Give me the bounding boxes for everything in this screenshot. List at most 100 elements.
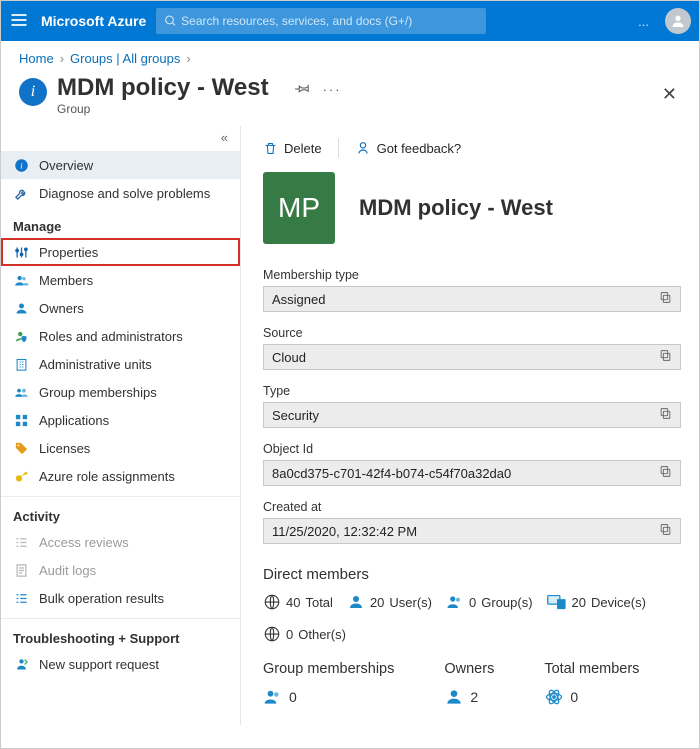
people-icon (446, 593, 464, 611)
wrench-icon (13, 185, 29, 201)
delete-button[interactable]: Delete (263, 141, 322, 156)
people-icon (263, 687, 283, 707)
field-label-type: Type (263, 384, 681, 398)
sidebar-item-label: Azure role assignments (39, 469, 175, 484)
field-label-membership-type: Membership type (263, 268, 681, 282)
field-value: Assigned (272, 292, 325, 307)
sidebar-item-label: Properties (39, 245, 98, 260)
sidebar-item-members[interactable]: Members (1, 266, 240, 294)
sidebar-section-support: Troubleshooting + Support (1, 618, 240, 650)
stat-label: Other(s) (298, 627, 346, 642)
sidebar-item-access-reviews[interactable]: Access reviews (1, 528, 240, 556)
sidebar-item-label: Audit logs (39, 563, 96, 578)
page-subtitle: Group (57, 102, 269, 116)
copy-icon[interactable] (659, 465, 672, 481)
sidebar-item-owners[interactable]: Owners (1, 294, 240, 322)
sidebar: « i Overview Diagnose and solve problems… (1, 126, 241, 725)
global-search[interactable] (156, 8, 486, 34)
checklist-icon (13, 534, 29, 550)
breadcrumb-home[interactable]: Home (19, 51, 54, 66)
feedback-button[interactable]: Got feedback? (355, 140, 462, 156)
search-input[interactable] (181, 14, 478, 28)
devices-icon (547, 593, 567, 611)
sidebar-item-label: Diagnose and solve problems (39, 186, 210, 201)
sidebar-collapse-icon[interactable]: « (1, 126, 240, 151)
summary-value: 2 (470, 689, 478, 705)
sidebar-section-manage: Manage (1, 207, 240, 238)
stat-label: User(s) (389, 595, 432, 610)
field-object-id: 8a0cd375-c701-42f4-b074-c54f70a32da0 (263, 460, 681, 486)
list-icon (13, 590, 29, 606)
summary-owners[interactable]: Owners 2 (444, 661, 494, 707)
info-icon: i (19, 78, 47, 106)
summary-label: Total members (544, 661, 639, 677)
sidebar-item-label: Access reviews (39, 535, 129, 550)
person-icon (444, 687, 464, 707)
sidebar-item-admin-units[interactable]: Administrative units (1, 350, 240, 378)
stat-groups[interactable]: 0 Group(s) (446, 593, 533, 611)
sidebar-item-label: Roles and administrators (39, 329, 183, 344)
info-icon: i (13, 157, 29, 173)
summary-value: 0 (570, 689, 578, 705)
sidebar-item-licenses[interactable]: Licenses (1, 434, 240, 462)
sidebar-item-role-assignments[interactable]: Azure role assignments (1, 462, 240, 490)
sidebar-item-diagnose[interactable]: Diagnose and solve problems (1, 179, 240, 207)
chevron-right-icon: › (186, 51, 190, 66)
sidebar-item-label: Overview (39, 158, 93, 173)
field-label-source: Source (263, 326, 681, 340)
trash-icon (263, 141, 278, 156)
sliders-icon (13, 244, 29, 260)
feedback-icon (355, 140, 371, 156)
person-icon (13, 300, 29, 316)
sidebar-item-label: Applications (39, 413, 109, 428)
stat-value: 20 (370, 595, 384, 610)
copy-icon[interactable] (659, 407, 672, 423)
topbar-more-icon[interactable]: ... (638, 14, 649, 29)
search-icon (164, 14, 177, 28)
more-icon[interactable]: ··· (323, 82, 342, 97)
close-icon[interactable]: ✕ (658, 80, 681, 109)
people-icon (13, 272, 29, 288)
field-membership-type: Assigned (263, 286, 681, 312)
sidebar-item-overview[interactable]: i Overview (1, 151, 240, 179)
sidebar-item-properties[interactable]: Properties (1, 238, 240, 266)
sidebar-item-applications[interactable]: Applications (1, 406, 240, 434)
stat-value: 40 (286, 595, 300, 610)
sidebar-item-audit-logs[interactable]: Audit logs (1, 556, 240, 584)
sidebar-item-support-request[interactable]: New support request (1, 650, 240, 678)
sidebar-item-roles[interactable]: Roles and administrators (1, 322, 240, 350)
summary-value: 0 (289, 689, 297, 705)
stat-devices[interactable]: 20 Device(s) (547, 593, 646, 611)
stat-other[interactable]: 0 Other(s) (263, 625, 346, 643)
direct-members-header: Direct members (263, 566, 681, 583)
atom-icon (544, 687, 564, 707)
feedback-label: Got feedback? (377, 141, 462, 156)
sidebar-item-bulk-results[interactable]: Bulk operation results (1, 584, 240, 612)
pin-icon[interactable] (295, 80, 311, 99)
field-source: Cloud (263, 344, 681, 370)
stat-label: Total (305, 595, 332, 610)
summary-group-memberships[interactable]: Group memberships 0 (263, 661, 394, 707)
field-value: 8a0cd375-c701-42f4-b074-c54f70a32da0 (272, 466, 511, 481)
summary-label: Group memberships (263, 661, 394, 677)
copy-icon[interactable] (659, 523, 672, 539)
summary-total-members[interactable]: Total members 0 (544, 661, 639, 707)
sidebar-item-label: Members (39, 273, 93, 288)
copy-icon[interactable] (659, 349, 672, 365)
sidebar-section-activity: Activity (1, 496, 240, 528)
brand-label: Microsoft Azure (41, 13, 146, 29)
field-value: Cloud (272, 350, 306, 365)
hamburger-menu-icon[interactable] (9, 10, 31, 32)
stat-total[interactable]: 40 Total (263, 593, 333, 611)
stat-users[interactable]: 20 User(s) (347, 593, 432, 611)
breadcrumb-groups[interactable]: Groups | All groups (70, 51, 180, 66)
copy-icon[interactable] (659, 291, 672, 307)
field-type: Security (263, 402, 681, 428)
sidebar-item-group-memberships[interactable]: Group memberships (1, 378, 240, 406)
summary-label: Owners (444, 661, 494, 677)
stat-value: 20 (572, 595, 586, 610)
group-icon (13, 384, 29, 400)
sidebar-item-label: Licenses (39, 441, 90, 456)
stat-value: 0 (469, 595, 476, 610)
user-avatar-icon[interactable] (665, 8, 691, 34)
